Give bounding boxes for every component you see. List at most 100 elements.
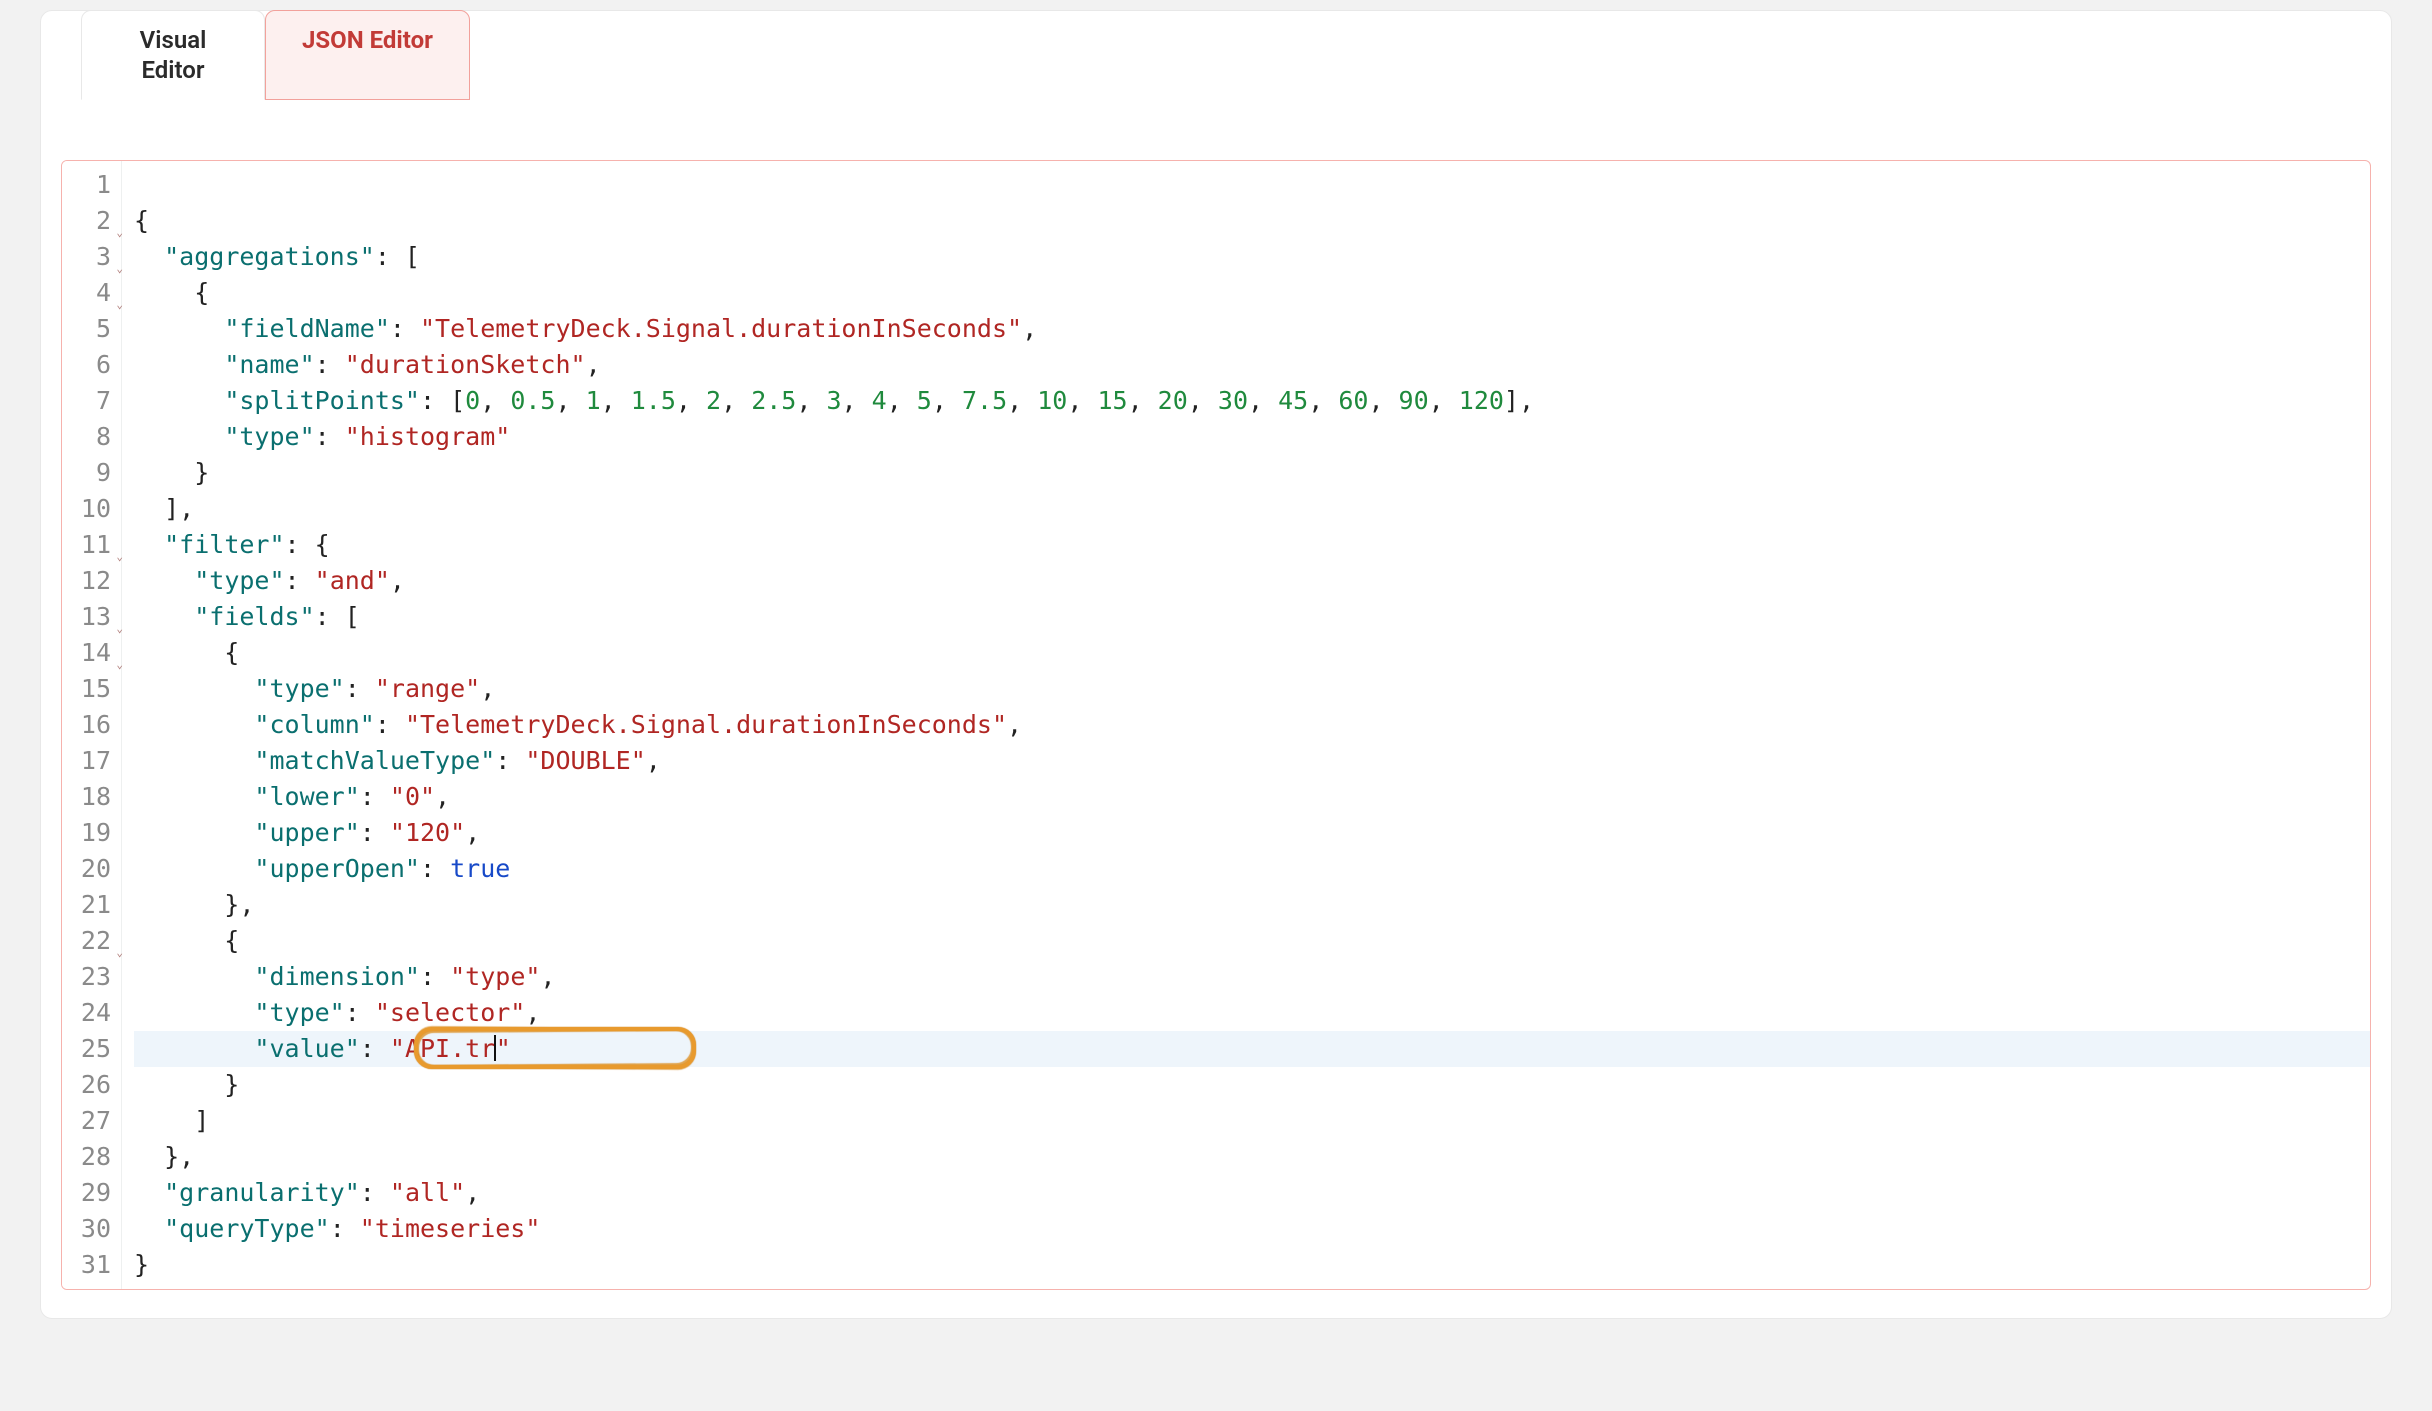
code-token xyxy=(134,782,254,811)
code-token xyxy=(134,1034,254,1063)
line-number: 19 xyxy=(62,815,121,851)
code-line[interactable]: "aggregations": [ xyxy=(134,239,2370,275)
code-line[interactable]: { xyxy=(134,203,2370,239)
code-token: , xyxy=(601,386,631,415)
code-token: : xyxy=(360,782,390,811)
line-number: 8 xyxy=(62,419,121,455)
code-line[interactable]: }, xyxy=(134,887,2370,923)
code-token: : [ xyxy=(375,242,420,271)
code-line[interactable]: "queryType": "timeseries" xyxy=(134,1211,2370,1247)
line-number: 26 xyxy=(62,1067,121,1103)
code-token: , xyxy=(646,746,661,775)
code-line[interactable]: { xyxy=(134,923,2370,959)
code-token xyxy=(134,422,224,451)
code-line[interactable]: "type": "selector", xyxy=(134,995,2370,1031)
tab-json-editor[interactable]: JSON Editor xyxy=(265,10,470,100)
code-token: : { xyxy=(285,530,330,559)
tab-body: 12⌄3⌄4⌄567891011⌄1213⌄14⌄151617181920212… xyxy=(41,100,2391,1318)
code-token: : xyxy=(345,998,375,1027)
code-line[interactable]: { xyxy=(134,275,2370,311)
code-line[interactable]: "column": "TelemetryDeck.Signal.duration… xyxy=(134,707,2370,743)
code-token xyxy=(134,314,224,343)
code-token xyxy=(134,710,254,739)
code-token: "fieldName" xyxy=(224,314,390,343)
code-token: "TelemetryDeck.Signal.durationInSeconds" xyxy=(420,314,1022,343)
code-line[interactable]: "value": "API.tr" xyxy=(134,1031,2370,1067)
tab-json-editor-label: JSON Editor xyxy=(302,26,433,54)
code-token: "value" xyxy=(254,1034,359,1063)
code-token: }, xyxy=(134,1142,194,1171)
code-token: : [ xyxy=(315,602,360,631)
code-token: "DOUBLE" xyxy=(525,746,645,775)
json-code-editor[interactable]: 12⌄3⌄4⌄567891011⌄1213⌄14⌄151617181920212… xyxy=(61,160,2371,1290)
code-line[interactable]: "fieldName": "TelemetryDeck.Signal.durat… xyxy=(134,311,2370,347)
code-token: true xyxy=(450,854,510,883)
line-number: 11⌄ xyxy=(62,527,121,563)
code-line[interactable]: "upper": "120", xyxy=(134,815,2370,851)
tab-visual-editor[interactable]: Visual Editor xyxy=(81,10,265,100)
code-line[interactable]: "filter": { xyxy=(134,527,2370,563)
code-token: 1.5 xyxy=(631,386,676,415)
code-line[interactable]: "upperOpen": true xyxy=(134,851,2370,887)
code-line[interactable]: }, xyxy=(134,1139,2370,1175)
code-token: 2 xyxy=(706,386,721,415)
code-token: 7.5 xyxy=(962,386,1007,415)
code-line[interactable]: "lower": "0", xyxy=(134,779,2370,815)
code-token: "type" xyxy=(450,962,540,991)
line-number: 6 xyxy=(62,347,121,383)
code-token xyxy=(134,674,254,703)
code-line[interactable]: "type": "histogram" xyxy=(134,419,2370,455)
code-line[interactable]: "dimension": "type", xyxy=(134,959,2370,995)
code-line[interactable]: "name": "durationSketch", xyxy=(134,347,2370,383)
code-line[interactable]: ] xyxy=(134,1103,2370,1139)
line-number: 14⌄ xyxy=(62,635,121,671)
code-token: "type" xyxy=(194,566,284,595)
code-token xyxy=(134,962,254,991)
code-token: "dimension" xyxy=(254,962,420,991)
code-line[interactable]: { xyxy=(134,635,2370,671)
code-token: , xyxy=(1128,386,1158,415)
code-token: 60 xyxy=(1338,386,1368,415)
code-token: , xyxy=(480,674,495,703)
line-number: 23 xyxy=(62,959,121,995)
code-token: : xyxy=(360,818,390,847)
code-line[interactable]: "fields": [ xyxy=(134,599,2370,635)
code-token: , xyxy=(480,386,510,415)
code-token: "granularity" xyxy=(164,1178,360,1207)
code-line[interactable]: "matchValueType": "DOUBLE", xyxy=(134,743,2370,779)
code-token: "selector" xyxy=(375,998,526,1027)
code-line[interactable]: } xyxy=(134,1247,2370,1283)
code-token: "120" xyxy=(390,818,465,847)
code-token xyxy=(134,350,224,379)
code-token: , xyxy=(435,782,450,811)
code-token: : xyxy=(360,1178,390,1207)
code-line[interactable]: } xyxy=(134,455,2370,491)
line-number: 17 xyxy=(62,743,121,779)
code-token xyxy=(134,854,254,883)
code-line[interactable]: "type": "and", xyxy=(134,563,2370,599)
code-line[interactable]: ], xyxy=(134,491,2370,527)
code-token: , xyxy=(1188,386,1218,415)
line-number: 21 xyxy=(62,887,121,923)
code-token: } xyxy=(134,1250,149,1279)
code-token: : xyxy=(285,566,315,595)
code-token: }, xyxy=(134,890,254,919)
code-line[interactable]: } xyxy=(134,1067,2370,1103)
code-token xyxy=(134,566,194,595)
code-token: , xyxy=(887,386,917,415)
code-token: "aggregations" xyxy=(164,242,375,271)
code-line[interactable] xyxy=(134,167,2370,203)
code-token: 45 xyxy=(1278,386,1308,415)
code-token: , xyxy=(1022,314,1037,343)
code-token xyxy=(134,998,254,1027)
code-token: "type" xyxy=(254,998,344,1027)
code-token: , xyxy=(465,1178,480,1207)
code-token: , xyxy=(1007,386,1037,415)
code-line[interactable]: "type": "range", xyxy=(134,671,2370,707)
code-line[interactable]: "granularity": "all", xyxy=(134,1175,2370,1211)
editor-code-area[interactable]: { "aggregations": [ { "fieldName": "Tele… xyxy=(122,161,2370,1289)
code-token: , xyxy=(1429,386,1459,415)
code-token: { xyxy=(134,926,239,955)
code-line[interactable]: "splitPoints": [0, 0.5, 1, 1.5, 2, 2.5, … xyxy=(134,383,2370,419)
code-token: "matchValueType" xyxy=(254,746,495,775)
